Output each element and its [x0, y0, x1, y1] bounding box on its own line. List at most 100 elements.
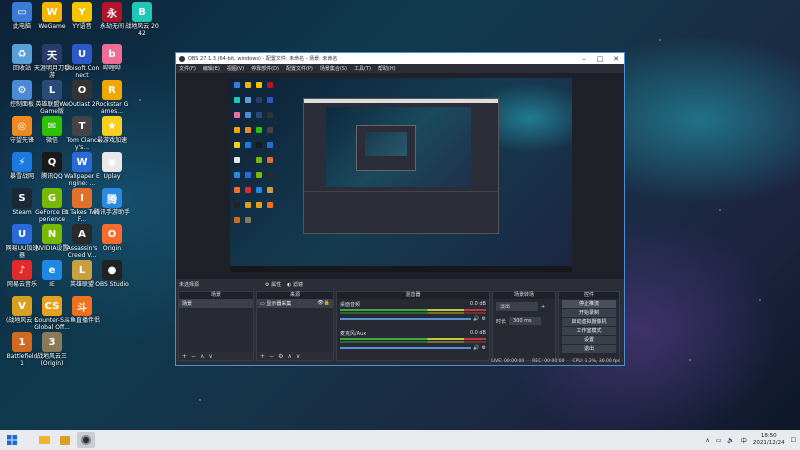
add-transition-icon[interactable]: + — [541, 304, 545, 310]
mixer-header: 混音器 — [337, 292, 489, 299]
desktop-icon[interactable]: 斗斗鱼直播伴侣 — [64, 296, 100, 324]
preview-icon — [234, 187, 240, 193]
desktop-icon-label: Origin — [102, 245, 122, 252]
preview-icon — [234, 82, 240, 88]
app-icon: B — [132, 2, 152, 22]
menu-scene-collection[interactable]: 场景集合(S) — [320, 65, 347, 72]
desktop-icon-label: 战地风云 2042 — [125, 23, 159, 37]
properties-button[interactable]: ⚙ 属性 — [265, 281, 281, 288]
app-icon: G — [42, 188, 62, 208]
desktop-icon[interactable]: ★ 最游戏加速 — [94, 116, 130, 144]
preview-icon — [234, 172, 240, 178]
scenes-header: 场景 — [179, 292, 253, 299]
tray-arrow-icon[interactable]: ∧ — [705, 437, 709, 444]
cpu-status: CPU: 1.2%, 30.00 fps — [572, 359, 621, 364]
preview-icon — [245, 202, 251, 208]
mixer-dock: 混音器 桌面音频 0.0 dB 🔊 ⚙ 麦克风/Aux 0.0 dB 🔊 ⚙ — [336, 291, 490, 361]
menu-edit[interactable]: 编辑(E) — [203, 65, 220, 72]
live-status: LIVE: 00:00:00 — [491, 359, 525, 364]
sources-header: 来源 — [257, 292, 333, 299]
app-icon: b — [102, 44, 122, 64]
filters-button[interactable]: ◐ 滤镜 — [287, 281, 303, 288]
desktop-icon[interactable]: B 战地风云 2042 — [124, 2, 160, 37]
start-button[interactable] — [3, 432, 21, 448]
desktop-icon[interactable]: O Origin — [94, 224, 130, 252]
preview-icon — [256, 112, 262, 118]
clock[interactable]: 18:50 2021/12/24 — [753, 433, 785, 447]
desktop-icon-label: 最游戏加速 — [96, 137, 127, 144]
desktop-icon[interactable]: b 哔哩哔 — [94, 44, 130, 72]
obs-window[interactable]: OBS 27.1.3 (64-bit, windows) - 配置文件: 未命名… — [175, 52, 625, 366]
exit-button[interactable]: 退出 — [562, 345, 616, 353]
preview-icon — [245, 142, 251, 148]
speaker-icon[interactable]: 🔊 — [473, 345, 479, 351]
preview-icon — [267, 112, 273, 118]
menu-docks[interactable]: 停靠部件(D) — [251, 65, 279, 72]
app-icon: ◎ — [12, 116, 32, 136]
duration-input[interactable]: 300 ms — [509, 317, 542, 325]
app-icon: W — [72, 152, 92, 172]
duration-label: 时长 — [496, 318, 507, 325]
app-icon: O — [102, 224, 122, 244]
volume-slider[interactable] — [340, 347, 472, 349]
channel-gear-icon[interactable]: ⚙ — [482, 316, 486, 322]
desktop-icon[interactable]: 3 战地风云三(Origin) — [34, 332, 70, 367]
virtual-camera-button[interactable]: 启动虚拟摄像机 — [562, 318, 616, 326]
source-item[interactable]: ▭ 显示器采集 👁🔒 — [257, 299, 333, 308]
channel-gear-icon[interactable]: ⚙ — [482, 345, 486, 351]
input-method-icon[interactable]: 中 — [741, 436, 747, 445]
nested-obs-window — [303, 98, 499, 234]
app-icon: CS — [42, 296, 62, 316]
controls-dock: 控件 停止推流 开始录制 启动虚拟摄像机 工作室模式 设置 退出 — [558, 291, 620, 361]
app-icon: N — [42, 224, 62, 244]
app-taskbar-icon[interactable] — [56, 432, 74, 448]
app-icon: ▭ — [12, 2, 32, 22]
preview-icon — [267, 157, 273, 163]
scene-item[interactable]: 场景 — [179, 299, 253, 308]
volume-slider[interactable] — [340, 318, 472, 320]
app-icon: L — [42, 80, 62, 100]
app-icon: ⚙ — [12, 80, 32, 100]
transition-type-select[interactable]: 淡出 — [496, 302, 538, 311]
preview-canvas[interactable] — [230, 78, 572, 272]
preview-icon — [234, 127, 240, 133]
rec-status: REC: 00:00:00 — [532, 359, 565, 364]
menu-file[interactable]: 文件(F) — [179, 65, 196, 72]
close-button[interactable]: ✕ — [608, 55, 624, 63]
settings-button[interactable]: 设置 — [562, 336, 616, 344]
preview-icon — [245, 187, 251, 193]
app-icon: S — [12, 188, 32, 208]
preview-icon — [245, 82, 251, 88]
lock-icon[interactable]: 🔒 — [324, 300, 330, 306]
obs-taskbar-icon[interactable] — [77, 432, 95, 448]
studio-mode-button[interactable]: 工作室模式 — [562, 327, 616, 335]
menu-view[interactable]: 视图(V) — [227, 65, 244, 72]
notification-icon[interactable]: ☐ — [791, 437, 796, 444]
preview-icon — [267, 142, 273, 148]
desktop-icon-label: 腾讯手游助手 — [94, 209, 131, 216]
stop-streaming-button[interactable]: 停止推流 — [562, 300, 616, 308]
menu-bar: 文件(F) 编辑(E) 视图(V) 停靠部件(D) 配置文件(P) 场景集合(S… — [176, 64, 624, 73]
file-explorer-taskbar-icon[interactable] — [35, 432, 53, 448]
minimize-button[interactable]: – — [576, 55, 592, 63]
desktop-icon[interactable]: R Rockstar Games... — [94, 80, 130, 115]
menu-profile[interactable]: 配置文件(P) — [286, 65, 313, 72]
desktop-icon[interactable]: ◉ Uplay — [94, 152, 130, 180]
volume-icon[interactable]: 🔈 — [727, 437, 734, 444]
desktop-icon-label: 哔哩哔 — [102, 65, 121, 72]
preview-taskbar — [230, 266, 572, 272]
menu-tools[interactable]: 工具(T) — [354, 65, 371, 72]
preview-icon — [234, 202, 240, 208]
desktop-icon[interactable]: ● OBS Studio — [94, 260, 130, 288]
title-bar[interactable]: OBS 27.1.3 (64-bit, windows) - 配置文件: 未命名… — [176, 53, 624, 64]
speaker-icon[interactable]: 🔊 — [473, 316, 479, 322]
menu-help[interactable]: 帮助(H) — [378, 65, 396, 72]
maximize-button[interactable]: □ — [592, 55, 608, 63]
desktop-icon-label: Uplay — [103, 173, 121, 180]
start-recording-button[interactable]: 开始录制 — [562, 309, 616, 317]
app-icon: U — [72, 44, 92, 64]
app-icon: 3 — [42, 332, 62, 352]
network-icon[interactable]: ▭ — [716, 437, 722, 444]
app-icon: T — [72, 116, 92, 136]
desktop-icon[interactable]: 腾腾讯手游助手 — [94, 188, 130, 216]
